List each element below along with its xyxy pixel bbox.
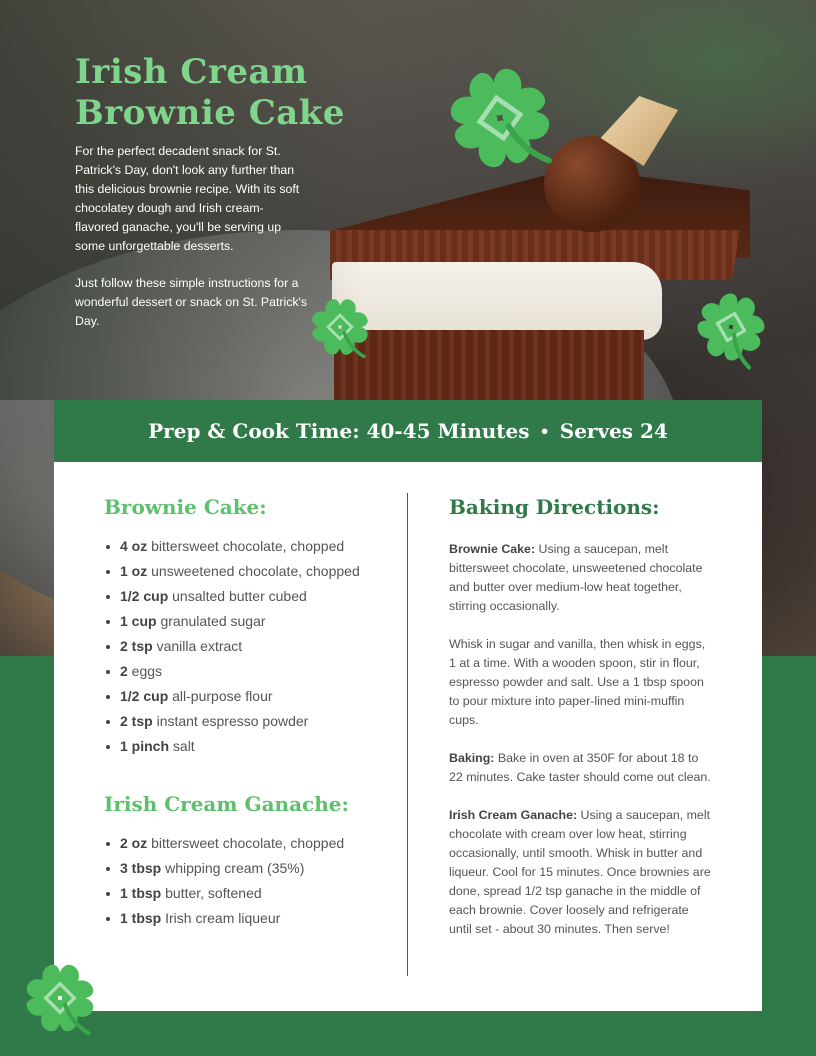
list-item: 3 tbsp whipping cream (35%) [104, 856, 384, 881]
list-item: 1 pinch salt [104, 734, 384, 759]
list-item: 2 tsp vanilla extract [104, 634, 384, 659]
cake-cream-layer [332, 262, 662, 340]
list-item: 1/2 cup unsalted butter cubed [104, 584, 384, 609]
ganache-heading: Irish Cream Ganache: [104, 792, 349, 816]
title-line-1: Irish Cream [75, 52, 308, 92]
list-item: 2 eggs [104, 659, 384, 684]
directions-text: Brownie Cake: Using a saucepan, melt bit… [449, 540, 711, 939]
prep-time-banner: Prep & Cook Time: 40-45 Minutes • Serves… [54, 400, 762, 462]
direction-paragraph: Whisk in sugar and vanilla, then whisk i… [449, 637, 706, 727]
prep-time-text: Prep & Cook Time: 40-45 Minutes [148, 419, 530, 443]
banner-separator: • [539, 421, 550, 441]
title-line-2: Brownie Cake [75, 93, 345, 133]
intro-text: For the perfect decadent snack for St. P… [75, 142, 307, 331]
intro-paragraph-2: Just follow these simple instructions fo… [75, 276, 307, 328]
ganache-list: 2 oz bittersweet chocolate, chopped 3 tb… [104, 831, 384, 931]
list-item: 1/2 cup all-purpose flour [104, 684, 384, 709]
list-item: 1 tbsp butter, softened [104, 881, 384, 906]
direction-paragraph: Brownie Cake: Using a saucepan, melt bit… [449, 542, 703, 613]
clover-icon [430, 48, 569, 187]
list-item: 4 oz bittersweet chocolate, chopped [104, 534, 384, 559]
ingredients-column: Brownie Cake: 4 oz bittersweet chocolate… [104, 492, 384, 931]
page-title: Irish Cream Brownie Cake [75, 52, 375, 134]
list-item: 1 oz unsweetened chocolate, chopped [104, 559, 384, 584]
clover-icon [18, 956, 102, 1040]
column-divider [407, 493, 408, 976]
list-item: 2 oz bittersweet chocolate, chopped [104, 831, 384, 856]
serves-text: Serves 24 [559, 419, 668, 443]
brownie-cake-list: 4 oz bittersweet chocolate, chopped 1 oz… [104, 534, 384, 759]
directions-column: Baking Directions: Brownie Cake: Using a… [449, 492, 711, 939]
cake-lower-layer [334, 330, 644, 400]
recipe-card: Brownie Cake: 4 oz bittersweet chocolate… [54, 462, 762, 1011]
direction-paragraph: Irish Cream Ganache: Using a saucepan, m… [449, 808, 711, 936]
intro-paragraph-1: For the perfect decadent snack for St. P… [75, 144, 300, 253]
direction-paragraph: Baking: Bake in oven at 350F for about 1… [449, 751, 711, 784]
list-item: 1 tbsp Irish cream liqueur [104, 906, 384, 931]
clover-icon [305, 292, 375, 362]
list-item: 2 tsp instant espresso powder [104, 709, 384, 734]
brownie-cake-heading: Brownie Cake: [104, 495, 267, 519]
list-item: 1 cup granulated sugar [104, 609, 384, 634]
directions-heading: Baking Directions: [449, 495, 660, 519]
